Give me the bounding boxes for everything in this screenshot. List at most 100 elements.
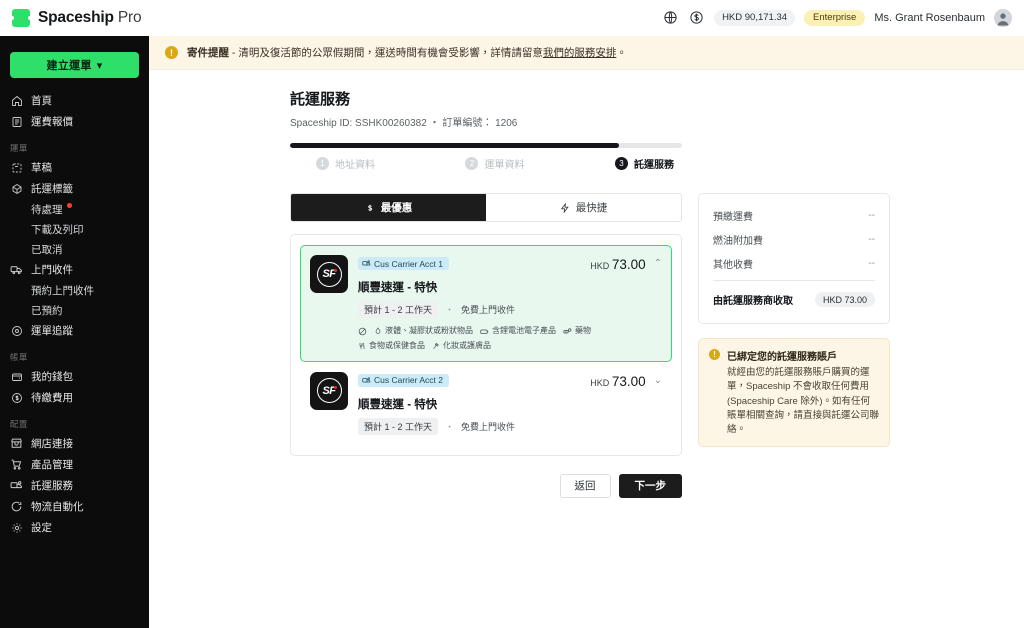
step-shipment-details[interactable]: 2 運單資料: [435, 156, 554, 171]
chevron-down-icon[interactable]: ⌄: [654, 372, 662, 386]
warning-icon: !: [709, 349, 720, 360]
linked-account-info-box: ! 已綁定您的託運服務賬戶 就經由您的託運服務賬戶購買的運單，Spaceship…: [698, 338, 890, 448]
step-number: 3: [614, 157, 628, 170]
dollar-icon: [365, 203, 375, 213]
currency-dollar-icon[interactable]: [688, 9, 705, 26]
wizard-footer: 返回 下一步: [290, 473, 682, 498]
plan-badge: Enterprise: [804, 9, 866, 26]
sidebar-item-label: 我的錢包: [31, 371, 73, 383]
sidebar-item-label: 網店連接: [31, 438, 73, 450]
summary-total-label: 由託運服務商收取: [713, 296, 793, 307]
restriction-label: 液體、凝膠狀或粉狀物品: [385, 326, 473, 335]
sidebar-item-pickup[interactable]: 上門收件: [0, 259, 149, 280]
sf-express-logo: SF: [310, 371, 348, 410]
automation-icon: [10, 500, 23, 513]
shipping-service-icon: [10, 479, 23, 492]
progress-track: [290, 143, 682, 148]
sidebar-item-label: 運單追蹤: [31, 325, 73, 337]
sidebar-item-store-connect[interactable]: 網店連接: [0, 433, 149, 454]
location-pin-icon: [10, 324, 23, 337]
create-shipment-label: 建立運單: [46, 60, 92, 72]
info-box-title: 已綁定您的託運服務賬戶: [727, 352, 837, 363]
chevron-up-icon[interactable]: ⌃: [654, 255, 662, 269]
header-actions: HKD 90,171.34 Enterprise Ms. Grant Rosen…: [662, 8, 1012, 27]
info-box-text: 已綁定您的託運服務賬戶 就經由您的託運服務賬戶購買的運單，Spaceship 不…: [727, 348, 879, 437]
carrier-option-row[interactable]: SF Cus Carrier Acct 1 順豐速運 - 特快 預計 1 - 2…: [300, 245, 672, 362]
tab-fastest[interactable]: 最快捷: [486, 194, 681, 221]
sidebar-item-label: 首頁: [31, 95, 52, 107]
step-label: 運單資料: [484, 160, 525, 171]
sidebar-subitem-booked[interactable]: 已預約: [0, 300, 149, 320]
tab-cheapest[interactable]: 最優惠: [291, 194, 486, 221]
sidebar-item-label: 託運服務: [31, 480, 73, 492]
pending-alert-dot: [66, 203, 72, 208]
sidebar-item-pending-charges[interactable]: 待繳費用: [0, 387, 149, 408]
sidebar-item-label: 產品管理: [31, 459, 73, 471]
sidebar-item-label: 設定: [31, 522, 52, 534]
step-number: 2: [465, 157, 479, 170]
label-tag-icon: [10, 182, 23, 195]
sidebar-item-home[interactable]: 首頁: [0, 90, 149, 111]
carrier-price-area: HKD 73.00 ⌃: [590, 255, 662, 352]
sidebar-item-shipping-labels[interactable]: 託運標籤: [0, 178, 149, 199]
sidebar-item-drafts[interactable]: 草稿: [0, 157, 149, 178]
info-box-body: 就經由您的託運服務賬戶購買的運單，Spaceship 不會收取任何費用 (Spa…: [727, 367, 880, 435]
service-arrangement-link[interactable]: 我們的服務安排: [543, 47, 617, 59]
step-list: 1 地址資料 2 運單資料 3 託運服務: [290, 156, 682, 171]
document-icon: [10, 115, 23, 128]
sidebar-section-shipments: 運單: [10, 143, 28, 153]
progress-fill: [290, 143, 620, 148]
next-button[interactable]: 下一步: [618, 473, 682, 498]
wallet-balance[interactable]: HKD 90,171.34: [714, 9, 796, 26]
summary-value: --: [868, 234, 875, 245]
sidebar-subitem-download-print[interactable]: 下載及列印: [0, 219, 149, 239]
step-address[interactable]: 1 地址資料: [290, 156, 435, 171]
carrier-account-label: Cus Carrier Acct 1: [374, 258, 443, 269]
pills-icon: [563, 327, 572, 336]
top-bar: Spaceship Pro HKD 90,171.34 Enterprise M…: [0, 0, 1024, 36]
avatar[interactable]: [994, 8, 1012, 27]
create-shipment-button[interactable]: 建立運單 ▾: [10, 52, 139, 78]
content-columns: 最優惠 最快捷 SF Cus Carrier Acct 1 順豐速運 - 特快 …: [290, 193, 1024, 498]
sidebar-section-configuration: 配置: [10, 419, 28, 429]
sidebar-item-product-management[interactable]: 產品管理: [0, 454, 149, 475]
cost-summary-panel: 預繳運費 -- 燃油附加費 -- 其他收費 -- 由託運服務商收取 HKD 73…: [698, 193, 890, 324]
user-name[interactable]: Ms. Grant Rosenbaum: [874, 12, 985, 24]
sidebar-item-label: 託運標籤: [31, 183, 73, 195]
brand-logo[interactable]: Spaceship Pro: [10, 8, 142, 27]
chevron-down-icon: ▾: [96, 59, 103, 72]
sidebar-subitem-book-pickup[interactable]: 預約上門收件: [0, 280, 149, 300]
summary-value: --: [868, 258, 875, 269]
battery-icon: [480, 327, 489, 336]
wallet-icon: [10, 370, 23, 383]
sidebar-subitem-pending[interactable]: 待處理: [0, 199, 149, 219]
step-shipping-service[interactable]: 3 託運服務: [555, 156, 682, 171]
carrier-account-icon: [362, 376, 371, 385]
cosmetics-icon: [432, 342, 440, 350]
back-button[interactable]: 返回: [559, 473, 611, 498]
sidebar-item-shipping-service[interactable]: 託運服務: [0, 475, 149, 496]
checkout-stepper: 1 地址資料 2 運單資料 3 託運服務: [290, 143, 682, 171]
sidebar-item-automation[interactable]: 物流自動化: [0, 496, 149, 517]
sidebar-item-label: 上門收件: [31, 264, 73, 276]
currency-code: HKD: [590, 261, 610, 271]
sidebar-item-label: 草稿: [31, 162, 52, 174]
page-subtitle: Spaceship ID: SSHK00260382 ・ 訂單編號： 1206: [290, 118, 518, 129]
main-content: ! 寄件提醒 - 清明及復活節的公眾假期間，運送時間有機會受影響，詳情請留意我們…: [149, 36, 1024, 628]
carrier-details: Cus Carrier Acct 1 順豐速運 - 特快 預計 1 - 2 工作…: [358, 255, 591, 352]
step-label: 託運服務: [633, 160, 674, 171]
globe-icon[interactable]: [662, 9, 679, 26]
sidebar-item-my-wallet[interactable]: 我的錢包: [0, 366, 149, 387]
sidebar-item-tracking[interactable]: 運單追蹤: [0, 320, 149, 341]
carrier-option-row[interactable]: SF Cus Carrier Acct 2 順豐速運 - 特快 預計 1 - 2…: [300, 362, 672, 445]
summary-row: 預繳運費 --: [713, 208, 875, 223]
sort-tabs: 最優惠 最快捷: [290, 193, 682, 222]
sidebar-item-rate-quote[interactable]: 運費報價: [0, 111, 149, 132]
pickup-note: 免費上門收件: [461, 421, 516, 432]
restriction-label: 藥物: [575, 326, 591, 335]
carrier-service-name: 順豐速運 - 特快: [358, 398, 438, 411]
sidebar-subitem-cancelled[interactable]: 已取消: [0, 239, 149, 259]
sidebar-item-settings[interactable]: 設定: [0, 517, 149, 538]
page-title: 託運服務: [290, 91, 351, 108]
sidebar-subitem-label: 已預約: [31, 304, 63, 317]
